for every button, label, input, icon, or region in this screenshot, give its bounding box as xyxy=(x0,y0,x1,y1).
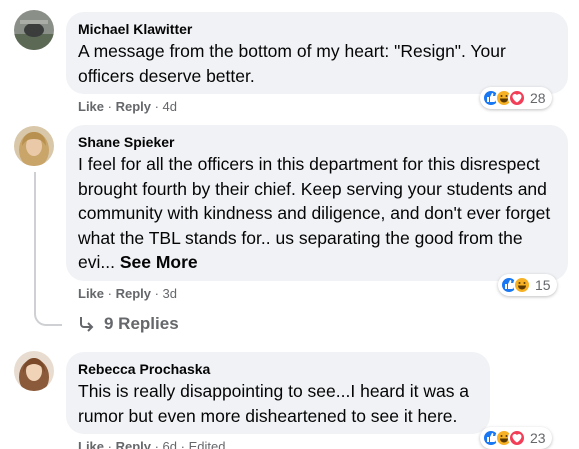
like-link[interactable]: Like xyxy=(78,439,104,449)
reaction-summary[interactable]: 28 xyxy=(480,87,552,109)
comment-bubble: Shane Spieker I feel for all the officer… xyxy=(66,125,568,281)
reaction-summary[interactable]: 23 xyxy=(480,427,552,449)
like-link[interactable]: Like xyxy=(78,286,104,301)
comment-author[interactable]: Shane Spieker xyxy=(78,133,556,151)
timestamp[interactable]: 3d xyxy=(163,286,177,301)
view-replies-button[interactable]: 9 Replies xyxy=(78,314,179,334)
thread-connector xyxy=(34,302,62,326)
reply-arrow-icon xyxy=(80,317,94,332)
like-link[interactable]: Like xyxy=(78,99,104,114)
avatar[interactable] xyxy=(14,10,54,50)
reaction-summary[interactable]: 15 xyxy=(498,274,557,296)
comment-actions: Like · Reply · 3d xyxy=(78,286,178,301)
comment-actions: Like · Reply · 4d xyxy=(78,99,178,114)
love-icon xyxy=(508,89,526,107)
reply-link[interactable]: Reply xyxy=(116,99,151,114)
replies-label: 9 Replies xyxy=(104,314,179,333)
timestamp[interactable]: 6d xyxy=(163,439,177,449)
reply-link[interactable]: Reply xyxy=(116,439,151,449)
reply-link[interactable]: Reply xyxy=(116,286,151,301)
reaction-count: 23 xyxy=(530,430,546,446)
comment-author[interactable]: Rebecca Prochaska xyxy=(78,360,478,378)
haha-icon xyxy=(513,276,531,294)
comment-text: I feel for all the officers in this depa… xyxy=(78,152,556,275)
avatar[interactable] xyxy=(14,126,54,166)
reaction-count: 28 xyxy=(530,90,546,106)
comment-bubble: Rebecca Prochaska This is really disappo… xyxy=(66,352,490,434)
timestamp[interactable]: 4d xyxy=(163,99,177,114)
thread-line xyxy=(34,172,36,302)
see-more-link[interactable]: See More xyxy=(120,252,198,272)
comment-text: A message from the bottom of my heart: "… xyxy=(78,41,506,86)
comment-actions: Like · Reply · 6d · Edited xyxy=(78,439,225,449)
avatar[interactable] xyxy=(14,351,54,391)
edited-label: Edited xyxy=(188,439,226,449)
love-icon xyxy=(508,429,526,447)
reaction-count: 15 xyxy=(535,277,551,293)
comment-bubble: Michael Klawitter A message from the bot… xyxy=(66,12,568,94)
comment-author[interactable]: Michael Klawitter xyxy=(78,20,556,38)
comment-text: This is really disappointing to see...I … xyxy=(78,381,470,426)
